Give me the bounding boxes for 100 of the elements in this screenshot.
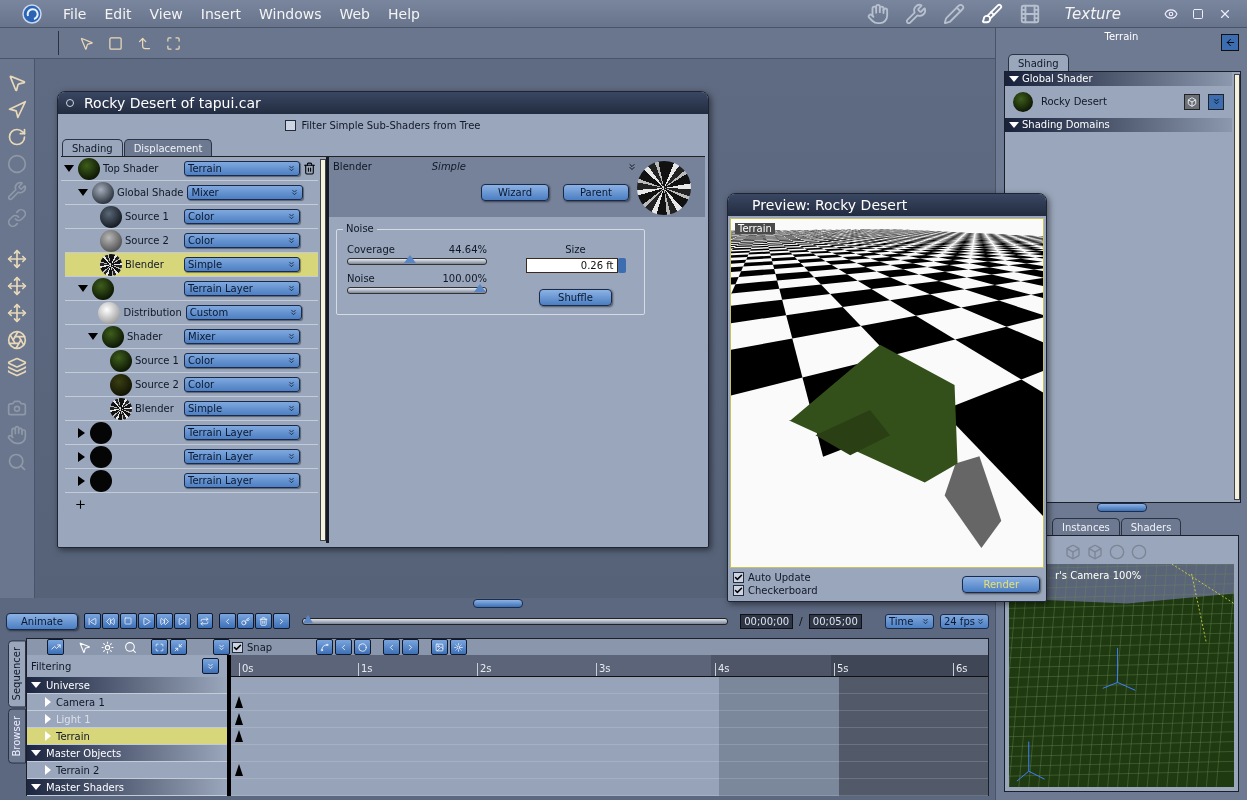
ease-in-button[interactable] bbox=[383, 639, 401, 655]
back-button[interactable] bbox=[1221, 34, 1239, 51]
zoom-fit-button[interactable] bbox=[151, 639, 168, 655]
shader-type-dropdown[interactable]: Terrain Layer bbox=[184, 473, 300, 488]
slider-track[interactable] bbox=[347, 287, 487, 294]
shader-tree-row[interactable]: Source 2 Color bbox=[65, 229, 318, 253]
shader-tree-row[interactable]: Top Shader Terrain bbox=[61, 157, 318, 181]
rewind-button[interactable] bbox=[101, 613, 119, 629]
menu-item[interactable]: View bbox=[142, 5, 190, 22]
end-time-field[interactable]: 00;05;00 bbox=[808, 613, 862, 629]
time-scrubber[interactable] bbox=[301, 617, 729, 625]
next-key-button[interactable] bbox=[272, 613, 290, 629]
shader-type-dropdown[interactable]: Mixer bbox=[187, 185, 304, 200]
previous-key-button[interactable] bbox=[218, 613, 236, 629]
shader-tree-row[interactable]: Terrain Layer bbox=[65, 469, 318, 493]
shader-type-dropdown[interactable]: Mixer bbox=[184, 329, 300, 344]
splitter-handle[interactable] bbox=[472, 598, 523, 608]
tension-button[interactable] bbox=[335, 639, 353, 655]
current-time-field[interactable]: 00;00;00 bbox=[740, 613, 794, 629]
track-group-row[interactable]: Master Shaders bbox=[27, 779, 227, 796]
zoom-range-button[interactable] bbox=[170, 639, 187, 655]
editor-tab[interactable]: Shading bbox=[62, 139, 123, 156]
shader-tree-row[interactable]: Shader Mixer bbox=[65, 325, 318, 349]
menu-item[interactable]: File bbox=[56, 5, 94, 22]
shader-type-dropdown[interactable]: Terrain Layer bbox=[184, 281, 300, 296]
track-row[interactable]: Camera 1 bbox=[27, 694, 227, 711]
shader-type-dropdown[interactable]: Color bbox=[184, 353, 300, 368]
checkbox[interactable] bbox=[733, 572, 744, 583]
light-button[interactable] bbox=[450, 639, 468, 655]
play-button[interactable] bbox=[137, 613, 155, 629]
shader-type-dropdown[interactable]: Terrain bbox=[184, 161, 300, 176]
panel-tab[interactable]: Instances bbox=[1052, 518, 1120, 535]
side-tab[interactable]: Sequencer bbox=[8, 640, 26, 708]
shapes-button[interactable] bbox=[1184, 94, 1200, 110]
shader-tree-row[interactable]: Source 2 Color bbox=[65, 373, 318, 397]
menu-button[interactable] bbox=[1208, 94, 1224, 110]
loop-button[interactable] bbox=[196, 613, 213, 629]
side-tab[interactable]: Browser bbox=[8, 709, 26, 764]
fast-forward-button[interactable] bbox=[155, 613, 173, 629]
shader-tree-row[interactable]: Terrain Layer bbox=[65, 445, 318, 469]
image-button[interactable] bbox=[431, 639, 449, 655]
menu-item[interactable]: Help bbox=[381, 5, 427, 22]
checkbox[interactable] bbox=[232, 641, 243, 653]
scrubber-thumb[interactable] bbox=[302, 614, 313, 623]
trash-icon[interactable] bbox=[302, 162, 316, 175]
shader-type-dropdown[interactable]: Terrain Layer bbox=[184, 449, 300, 464]
shader-tree-row[interactable]: Blender Simple bbox=[65, 253, 318, 277]
track-row[interactable]: Terrain 2 bbox=[27, 762, 227, 779]
options-button[interactable] bbox=[213, 639, 230, 655]
track-group-row[interactable]: Universe bbox=[27, 677, 227, 694]
shader-tree-row[interactable]: Global Shade Mixer bbox=[65, 181, 318, 205]
shader-tree-row[interactable]: Source 1 Color bbox=[65, 205, 318, 229]
editor-button[interactable]: Wizard bbox=[480, 184, 549, 201]
linear-button[interactable] bbox=[316, 639, 334, 655]
keyframe-icon[interactable] bbox=[235, 764, 243, 776]
shader-type-dropdown[interactable]: Color bbox=[184, 233, 300, 248]
shader-type-dropdown[interactable]: Simple bbox=[184, 257, 300, 272]
key-button[interactable] bbox=[236, 613, 254, 629]
splitter-handle[interactable] bbox=[1096, 503, 1147, 512]
panel-tab[interactable]: Shading bbox=[1008, 54, 1069, 71]
track-row[interactable]: Terrain bbox=[27, 728, 227, 745]
time-mode-dropdown[interactable]: Time bbox=[884, 613, 934, 629]
slider-thumb[interactable] bbox=[404, 255, 417, 263]
skip-back-button[interactable] bbox=[83, 613, 101, 629]
shader-type-dropdown[interactable]: Custom bbox=[185, 305, 302, 320]
size-input[interactable]: 0.26 ft bbox=[525, 258, 618, 273]
track-group-row[interactable]: Master Objects bbox=[27, 745, 227, 762]
slider-thumb[interactable] bbox=[474, 284, 486, 292]
time-ruler[interactable]: 0s 1s 2s 3s 4s 5s 6s bbox=[231, 655, 988, 677]
shader-tree-row[interactable]: Distribution Custom bbox=[65, 301, 318, 325]
shader-type-dropdown[interactable]: Color bbox=[184, 377, 300, 392]
keyframe-icon[interactable] bbox=[235, 696, 243, 708]
editor-tab[interactable]: Displacement bbox=[123, 139, 213, 156]
ease-out-button[interactable] bbox=[402, 639, 420, 655]
checkbox[interactable] bbox=[285, 119, 297, 131]
keyframe-icon[interactable] bbox=[235, 730, 243, 742]
section-header[interactable]: Shading Domains bbox=[1005, 118, 1232, 132]
panel-tab[interactable]: Shaders bbox=[1120, 518, 1182, 535]
smooth-button[interactable] bbox=[354, 639, 372, 655]
shader-type-dropdown[interactable]: Simple bbox=[184, 401, 300, 416]
shader-tree-row[interactable]: Terrain Layer bbox=[65, 277, 318, 301]
editor-button[interactable]: Parent bbox=[563, 184, 629, 201]
fps-dropdown[interactable]: 24 fps bbox=[939, 613, 989, 629]
menu-item[interactable]: Insert bbox=[193, 5, 248, 22]
shuffle-button[interactable]: Shuffle bbox=[539, 289, 612, 306]
menu-item[interactable]: Edit bbox=[97, 5, 139, 22]
filtering-menu-button[interactable] bbox=[202, 658, 219, 674]
menu-item[interactable]: Web bbox=[332, 5, 377, 22]
checkbox[interactable] bbox=[733, 585, 744, 596]
shader-tree-row[interactable]: Terrain Layer bbox=[65, 421, 318, 445]
menu-item[interactable]: Windows bbox=[251, 5, 329, 22]
curve-button[interactable] bbox=[47, 639, 64, 655]
slider-track[interactable] bbox=[347, 258, 487, 265]
shader-tree-row[interactable]: Source 1 Color bbox=[65, 349, 318, 373]
shader-tree-row[interactable]: Blender Simple bbox=[65, 397, 318, 421]
shader-type-dropdown[interactable]: Terrain Layer bbox=[184, 425, 300, 440]
shader-type-dropdown[interactable]: Color bbox=[184, 209, 300, 224]
stop-button[interactable] bbox=[119, 613, 137, 629]
delete-key-button[interactable] bbox=[254, 613, 272, 629]
skip-forward-button[interactable] bbox=[173, 613, 191, 629]
